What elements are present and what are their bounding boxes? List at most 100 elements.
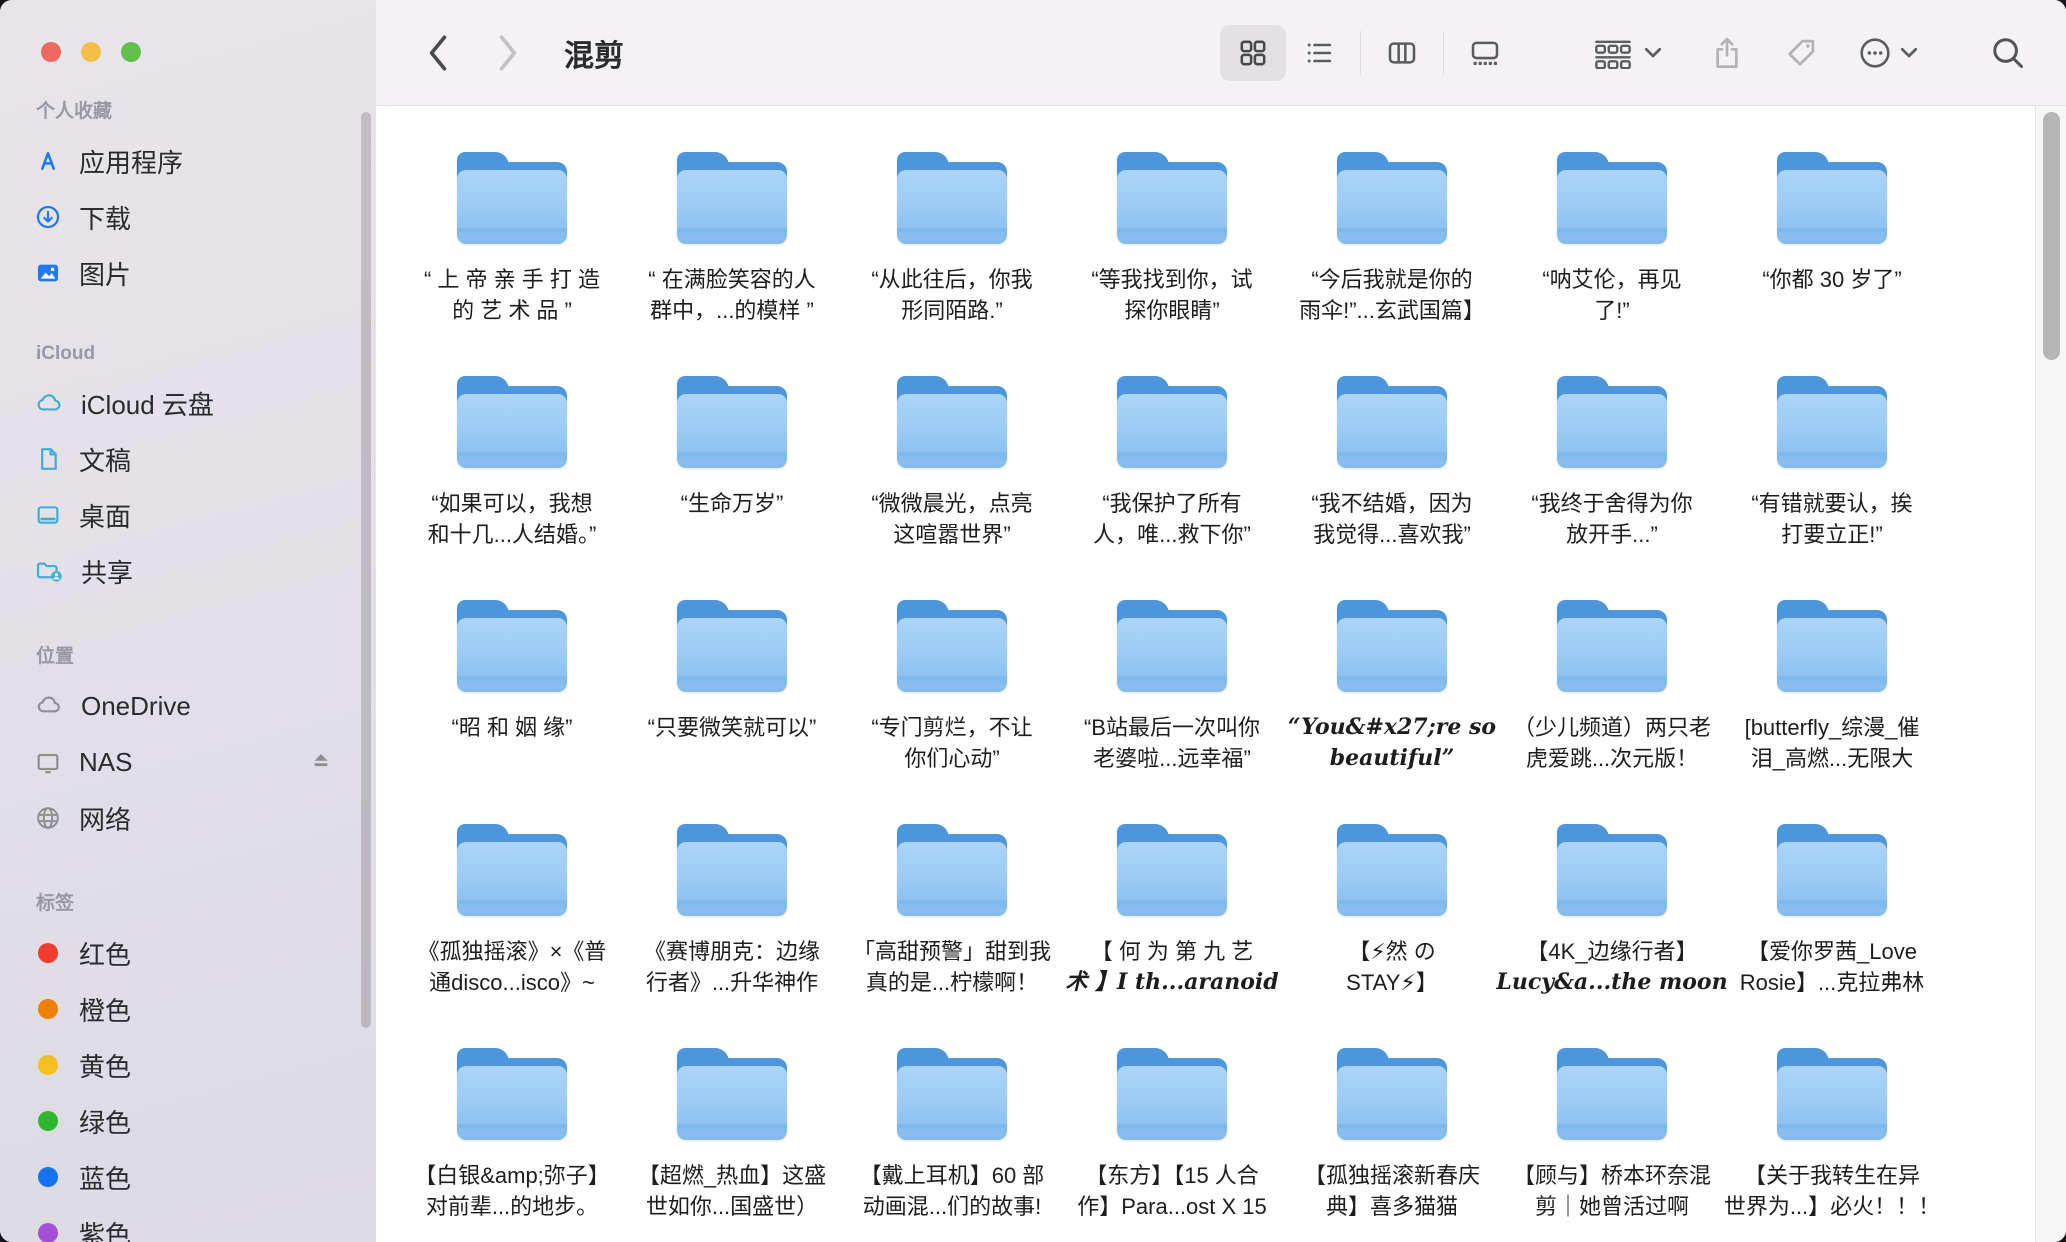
sidebar-item-label: iCloud 云盘 — [81, 385, 214, 422]
folder-item[interactable]: “B站最后一次叫你老婆啦...远幸福” — [1062, 574, 1282, 798]
folder-item[interactable]: “只要微笑就可以” — [622, 574, 842, 798]
zoom-button[interactable] — [121, 42, 141, 62]
folder-label: “呐艾伦，再见了!” — [1542, 264, 1681, 326]
folder-icon — [451, 1044, 573, 1142]
folder-item[interactable]: 【东方】【15 人合作】Para...ost X 15 — [1062, 1022, 1282, 1242]
sidebar-item-nas[interactable]: NAS — [34, 734, 376, 790]
folder-item[interactable]: 【孤独摇滚新春庆典】喜多猫猫 — [1282, 1022, 1502, 1242]
folder-icon — [671, 596, 793, 694]
folder-item[interactable]: “你都 30 岁了” — [1722, 126, 1942, 350]
view-columns-button[interactable] — [1369, 25, 1435, 81]
folder-item[interactable]: “我保护了所有人，唯...救下你” — [1062, 350, 1282, 574]
content-scrollbar[interactable] — [2043, 112, 2060, 360]
folder-item[interactable]: 【超燃_热血】这盛世如你...国盛世） — [622, 1022, 842, 1242]
sidebar-item-pictures[interactable]: 图片 — [34, 245, 376, 301]
sidebar-item-icloud-drive[interactable]: iCloud 云盘 — [34, 375, 376, 431]
folder-label: “专门剪烂，不让你们心动” — [871, 712, 1032, 774]
folder-item[interactable]: “昭 和 姻 缘” — [402, 574, 622, 798]
tag-blue-icon — [38, 1167, 58, 1187]
window-title: 混剪 — [564, 31, 624, 75]
folder-item[interactable]: 「高甜预警」甜到我真的是...柠檬啊！ — [842, 798, 1062, 1022]
folder-item[interactable]: “我终于舍得为你放开手...” — [1502, 350, 1722, 574]
back-button[interactable] — [416, 28, 460, 78]
icloud-icon — [34, 389, 64, 417]
folder-icon — [891, 596, 1013, 694]
folder-item[interactable]: [butterfly_综漫_催泪_高燃...无限大 — [1722, 574, 1942, 798]
sidebar-item-tag-red[interactable]: 红色 — [34, 925, 376, 981]
folder-icon — [1551, 148, 1673, 246]
share-button[interactable] — [1710, 34, 1744, 72]
folder-item[interactable]: “等我找到你，试探你眼睛” — [1062, 126, 1282, 350]
group-by-button[interactable] — [1590, 37, 1662, 69]
eject-icon[interactable] — [308, 750, 334, 774]
folder-label: 【爱你罗茜_LoveRosie】...克拉弗林 — [1740, 936, 1925, 998]
folder-item[interactable]: 【顾与】桥本环奈混剪｜她曾活过啊 — [1502, 1022, 1722, 1242]
folder-item[interactable]: 【白银&amp;弥子】对前辈...的地步。 — [402, 1022, 622, 1242]
sidebar-item-onedrive[interactable]: OneDrive — [34, 678, 376, 734]
sidebar-item-network[interactable]: 网络 — [34, 790, 376, 846]
sidebar-item-downloads[interactable]: 下载 — [34, 189, 376, 245]
folder-item[interactable]: “我不结婚，因为我觉得...喜欢我” — [1282, 350, 1502, 574]
folder-item[interactable]: “ 上 帝 亲 手 打 造的 艺 术 品 ” — [402, 126, 622, 350]
tag-button[interactable] — [1784, 36, 1818, 70]
view-grid-button[interactable] — [1220, 25, 1286, 81]
sidebar-item-applications[interactable]: 应用程序 — [34, 133, 376, 189]
folder-item[interactable]: 《孤独摇滚》×《普通disco...isco》~ — [402, 798, 622, 1022]
folder-item[interactable]: 【戴上耳机】60 部动画混...们的故事! — [842, 1022, 1062, 1242]
folder-icon — [671, 1044, 793, 1142]
folder-item[interactable]: “今后我就是你的雨伞!”...玄武国篇】 — [1282, 126, 1502, 350]
folder-item[interactable]: 《赛博朋克：边缘行者》...升华神作 — [622, 798, 842, 1022]
folder-item[interactable]: “生命万岁” — [622, 350, 842, 574]
forward-button[interactable] — [486, 28, 530, 78]
folder-item[interactable]: 【 何 为 第 九 艺术 】I th...aranoid — [1062, 798, 1282, 1022]
folder-item[interactable]: “ 在满脸笑容的人群中，...的模样 ” — [622, 126, 842, 350]
shared-folder-icon — [34, 557, 64, 585]
sidebar-item-desktop[interactable]: 桌面 — [34, 487, 376, 543]
more-button[interactable] — [1858, 36, 1918, 70]
folder-icon — [451, 596, 573, 694]
sidebar-item-documents[interactable]: 文稿 — [34, 431, 376, 487]
folder-item[interactable]: “如果可以，我想和十几...人结婚。” — [402, 350, 622, 574]
folder-item[interactable]: “有错就要认，挨打要立正!” — [1722, 350, 1942, 574]
folder-icon — [1331, 148, 1453, 246]
folder-icon — [671, 820, 793, 918]
folder-label: 【 何 为 第 九 艺术 】I th...aranoid — [1065, 936, 1278, 998]
folder-item[interactable]: 【关于我转生在异世界为...】必火！！！ — [1722, 1022, 1942, 1242]
toolbar: 混剪 — [376, 0, 2066, 106]
download-icon — [34, 203, 62, 231]
folder-label: 《赛博朋克：边缘行者》...升华神作 — [644, 936, 820, 998]
folder-label: “ 上 帝 亲 手 打 造的 艺 术 品 ” — [424, 264, 600, 326]
minimize-button[interactable] — [81, 42, 101, 62]
folder-item[interactable]: 【爱你罗茜_LoveRosie】...克拉弗林 — [1722, 798, 1942, 1022]
folder-item[interactable]: （少儿频道）两只老虎爱跳...次元版！ — [1502, 574, 1722, 798]
close-button[interactable] — [41, 42, 61, 62]
folder-icon — [891, 1044, 1013, 1142]
view-list-button[interactable] — [1286, 25, 1352, 81]
folder-label: “如果可以，我想和十几...人结婚。” — [428, 488, 597, 550]
folder-icon — [1111, 820, 1233, 918]
sidebar-item-tag-purple[interactable]: 紫色 — [34, 1205, 376, 1242]
sidebar-item-label: OneDrive — [81, 691, 191, 722]
sidebar-item-shared[interactable]: 共享 — [34, 543, 376, 599]
view-gallery-button[interactable] — [1452, 25, 1518, 81]
folder-icon — [1111, 148, 1233, 246]
folder-item[interactable]: “微微晨光，点亮这喧嚣世界” — [842, 350, 1062, 574]
sidebar-item-tag-green[interactable]: 绿色 — [34, 1093, 376, 1149]
folder-item[interactable]: “从此往后，你我形同陌路.” — [842, 126, 1062, 350]
folder-label: 【⚡然 のSTAY⚡】 — [1346, 936, 1438, 998]
folder-item[interactable]: “专门剪烂，不让你们心动” — [842, 574, 1062, 798]
folder-item[interactable]: 【4K_边缘行者】Lucy&a...the moon — [1502, 798, 1722, 1022]
folder-item[interactable]: “You&#x27;re sobeautiful” — [1282, 574, 1502, 798]
sidebar-item-tag-blue[interactable]: 蓝色 — [34, 1149, 376, 1205]
sidebar-item-tag-yellow[interactable]: 黄色 — [34, 1037, 376, 1093]
folder-icon — [1111, 1044, 1233, 1142]
folder-item[interactable]: 【⚡然 のSTAY⚡】 — [1282, 798, 1502, 1022]
sidebar-scrollbar[interactable] — [361, 112, 371, 1028]
sidebar-item-tag-orange[interactable]: 橙色 — [34, 981, 376, 1037]
folder-icon — [1551, 372, 1673, 470]
sidebar-item-label: 图片 — [79, 255, 131, 292]
folder-label: “我保护了所有人，唯...救下你” — [1093, 488, 1251, 550]
search-button[interactable] — [1990, 35, 2026, 71]
folder-icon — [1331, 820, 1453, 918]
folder-item[interactable]: “呐艾伦，再见了!” — [1502, 126, 1722, 350]
